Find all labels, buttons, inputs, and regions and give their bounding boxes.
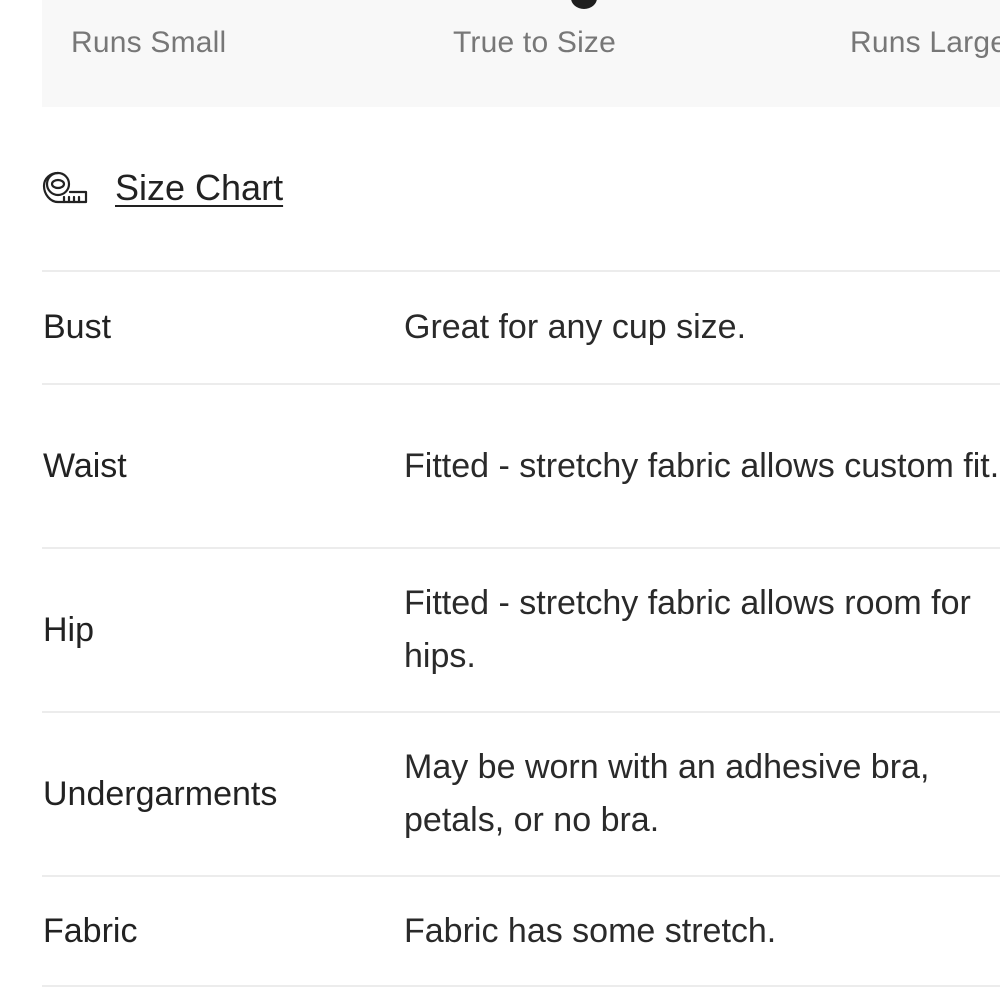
fit-description-wrap: Fabric has some stretch. bbox=[404, 877, 1000, 985]
fit-description: Fitted - stretchy fabric allows custom f… bbox=[404, 446, 1000, 485]
fit-row-hip: Hip Fitted - stretchy fabric allows room… bbox=[42, 547, 1000, 711]
size-chart-label: Size Chart bbox=[115, 167, 284, 208]
fit-description-wrap: May be worn with an adhesive bra, petals… bbox=[404, 713, 1000, 875]
fit-term: Hip bbox=[43, 610, 95, 649]
fit-scale-label-runs-small: Runs Small bbox=[71, 26, 227, 59]
fit-row-waist: Waist Fitted - stretchy fabric allows cu… bbox=[42, 383, 1000, 547]
fit-row-undergarments: Undergarments May be worn with an adhesi… bbox=[42, 711, 1000, 875]
fit-scale-marker[interactable] bbox=[571, 0, 597, 9]
fit-description: Fabric has some stretch. bbox=[404, 911, 777, 950]
fit-row-bust: Bust Great for any cup size. bbox=[42, 270, 1000, 383]
fit-row-fabric: Fabric Fabric has some stretch. bbox=[42, 875, 1000, 987]
fit-description: Great for any cup size. bbox=[404, 308, 747, 346]
fit-scale-label-runs-large: Runs Large bbox=[850, 26, 1000, 59]
fit-description-wrap: Fitted - stretchy fabric allows room for… bbox=[404, 549, 1000, 711]
fit-details-page: Runs Small True to Size Runs Large Size … bbox=[0, 0, 1000, 1000]
fit-term: Bust bbox=[43, 308, 112, 346]
fit-description-wrap: Great for any cup size. bbox=[404, 272, 1000, 383]
fit-description: May be worn with an adhesive bra, petals… bbox=[404, 748, 930, 839]
fit-details-table: Bust Great for any cup size. Waist Fitte… bbox=[42, 270, 1000, 987]
fit-scale-label-true-to-size: True to Size bbox=[453, 26, 617, 59]
fit-term: Waist bbox=[43, 446, 127, 485]
fit-scale: Runs Small True to Size Runs Large bbox=[42, 0, 1000, 107]
fit-description-wrap: Fitted - stretchy fabric allows custom f… bbox=[404, 385, 1000, 547]
measuring-tape-icon bbox=[42, 171, 88, 204]
fit-description: Fitted - stretchy fabric allows room for… bbox=[404, 584, 971, 675]
fit-term: Undergarments bbox=[43, 774, 278, 813]
fit-term: Fabric bbox=[43, 911, 138, 950]
size-chart-link[interactable]: Size Chart bbox=[42, 166, 283, 210]
